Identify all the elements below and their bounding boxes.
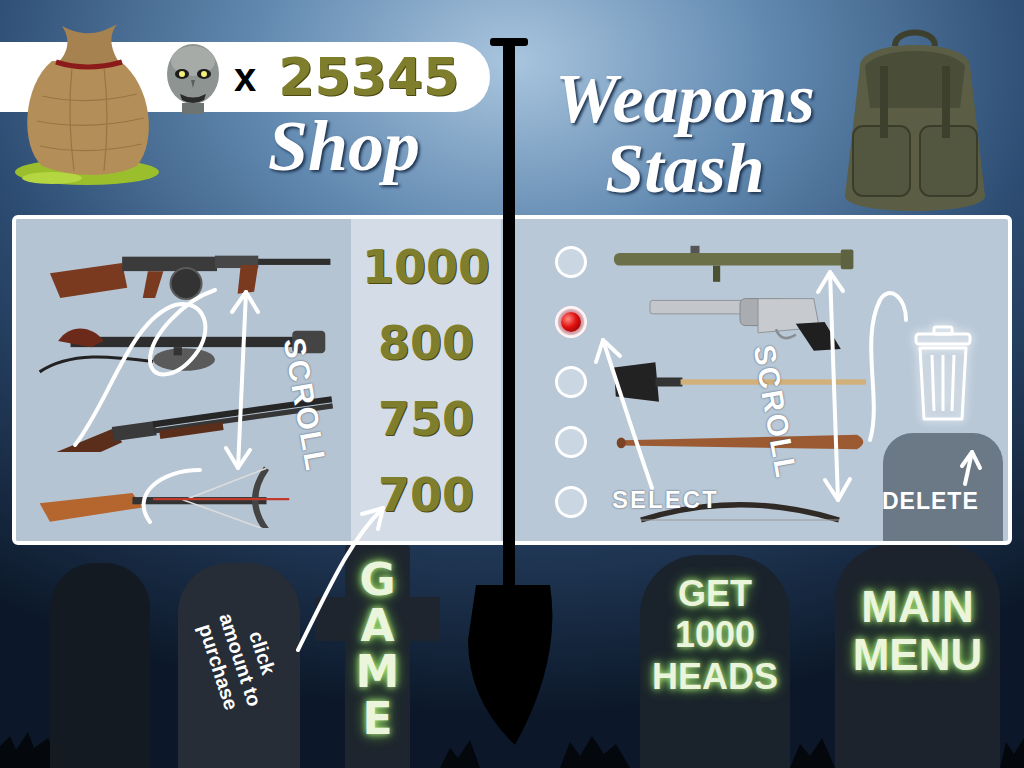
shovel-icon xyxy=(605,353,875,411)
stash-item[interactable] xyxy=(601,352,878,412)
trash-icon[interactable] xyxy=(912,323,974,423)
price-row: 1000 xyxy=(351,229,501,305)
tombstone-label: GET 1000 HEADS xyxy=(644,573,786,768)
select-radio[interactable] xyxy=(555,366,587,398)
price-row: 800 xyxy=(351,305,501,381)
head-count: 25345 xyxy=(278,51,459,103)
revolver-icon xyxy=(605,293,875,351)
shop-title: Shop xyxy=(268,110,420,182)
stash-radio-row xyxy=(541,412,601,472)
sack-icon xyxy=(12,6,162,191)
graveyard: GAME GET 1000 HEADS MAIN MENU xyxy=(0,545,1024,768)
stash-radio-row xyxy=(541,232,601,292)
game-label: GAME xyxy=(353,557,401,768)
delete-hint: DELETE xyxy=(882,490,979,513)
stash-item[interactable] xyxy=(601,412,878,472)
tombstone xyxy=(50,563,150,768)
price-button[interactable]: 800 xyxy=(378,320,474,366)
select-radio[interactable] xyxy=(555,486,587,518)
price-list: 1000 800 750 700 xyxy=(351,219,501,541)
header: x 25345 Shop Weapons Stash xyxy=(0,0,1024,215)
price-button[interactable]: 1000 xyxy=(362,244,490,290)
tombstone-label: MAIN MENU xyxy=(839,583,996,768)
tombstone-button[interactable]: MAIN MENU xyxy=(835,545,1000,768)
select-radio[interactable] xyxy=(555,426,587,458)
select-hint: SELECT xyxy=(612,488,719,512)
weapons-panel: 1000 800 750 700 xyxy=(12,215,1012,545)
shop-screen: x 25345 Shop Weapons Stash xyxy=(0,0,1024,768)
tombstone-button[interactable]: GET 1000 HEADS xyxy=(640,555,790,768)
shop-item[interactable] xyxy=(16,229,351,305)
zombie-head-icon xyxy=(158,40,228,114)
price-row: 700 xyxy=(351,457,501,533)
select-radio[interactable] xyxy=(555,246,587,278)
stash-title: Weapons Stash xyxy=(530,64,840,204)
bat-icon xyxy=(605,413,875,471)
stash-radio-list xyxy=(541,219,601,541)
multiplier-sign: x xyxy=(234,57,256,97)
stash-item[interactable] xyxy=(601,232,878,292)
price-row: 750 xyxy=(351,381,501,457)
panel-tombstone xyxy=(883,433,1003,541)
price-button[interactable]: 700 xyxy=(378,472,474,518)
backpack-icon xyxy=(820,26,1010,221)
stash-radio-row xyxy=(541,352,601,412)
stash-radio-row xyxy=(541,292,601,352)
bazooka-icon xyxy=(605,233,875,291)
tommygun-icon xyxy=(29,234,339,300)
crossbow-icon xyxy=(29,462,339,528)
select-radio[interactable] xyxy=(555,306,587,338)
price-button[interactable]: 750 xyxy=(378,396,474,442)
stash-item[interactable] xyxy=(601,292,878,352)
game-button[interactable]: GAME xyxy=(315,545,440,768)
stash-radio-row xyxy=(541,472,601,532)
selected-dot xyxy=(561,312,581,332)
cross-post: GAME xyxy=(345,545,410,768)
divider xyxy=(501,219,541,541)
